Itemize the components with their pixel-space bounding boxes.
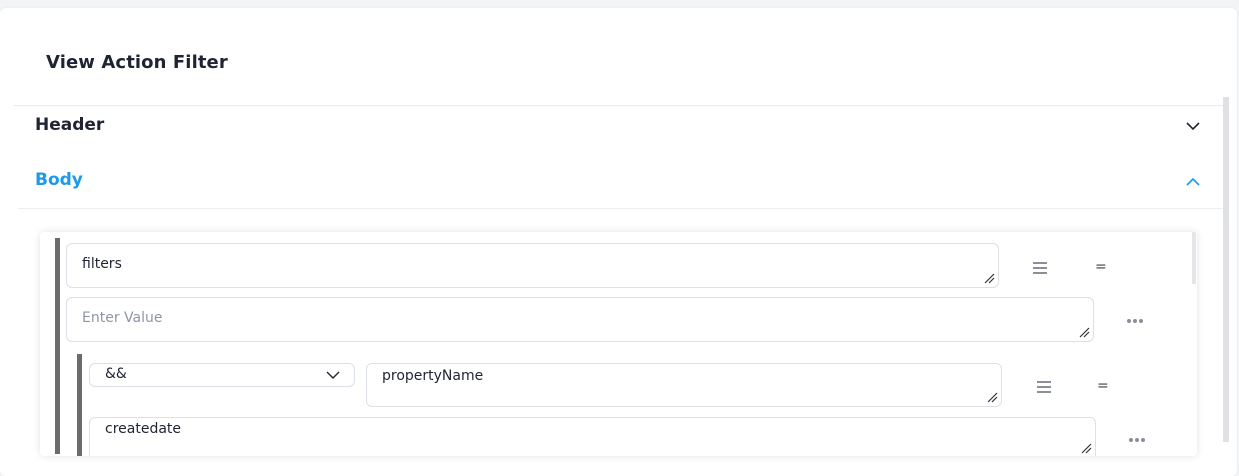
more-icon[interactable] [1126, 318, 1144, 324]
resize-grip-icon[interactable] [983, 272, 995, 284]
title-divider [14, 105, 1225, 106]
menu-icon[interactable] [1036, 380, 1052, 394]
resize-grip-icon[interactable] [1080, 442, 1092, 454]
filter-builder-panel: filters = Enter Value && propertyName = … [40, 232, 1197, 456]
menu-icon[interactable] [1032, 261, 1048, 275]
logic-operator-select[interactable]: && [89, 363, 355, 387]
resize-grip-icon[interactable] [986, 391, 998, 403]
nested-operator-symbol: = [1097, 378, 1109, 394]
filter-value-placeholder: Enter Value [82, 310, 163, 326]
filter-value-field[interactable]: Enter Value [66, 297, 1094, 342]
chevron-down-icon[interactable] [1184, 117, 1202, 135]
nested-indent-bar [77, 354, 82, 456]
chevron-down-icon [326, 371, 340, 379]
panel-scrollbar[interactable] [1192, 232, 1196, 284]
page-title: View Action Filter [46, 52, 228, 73]
accordion-body-label[interactable]: Body [35, 170, 83, 190]
body-divider [18, 208, 1223, 209]
nested-value-text: createdate [105, 421, 182, 437]
nested-key-field[interactable]: propertyName [366, 363, 1002, 407]
more-icon[interactable] [1128, 437, 1146, 443]
group-indent-bar [55, 238, 60, 454]
logic-operator-value: && [105, 366, 127, 382]
operator-symbol: = [1095, 259, 1107, 275]
accordion-header-label[interactable]: Header [35, 115, 104, 135]
nested-key-value: propertyName [382, 368, 484, 384]
chevron-up-icon[interactable] [1184, 173, 1202, 191]
filter-key-value: filters [82, 256, 122, 272]
resize-grip-icon[interactable] [1078, 326, 1090, 338]
scrollbar[interactable] [1223, 97, 1229, 442]
filter-key-field[interactable]: filters [66, 243, 999, 288]
nested-value-field[interactable]: createdate [89, 417, 1096, 456]
